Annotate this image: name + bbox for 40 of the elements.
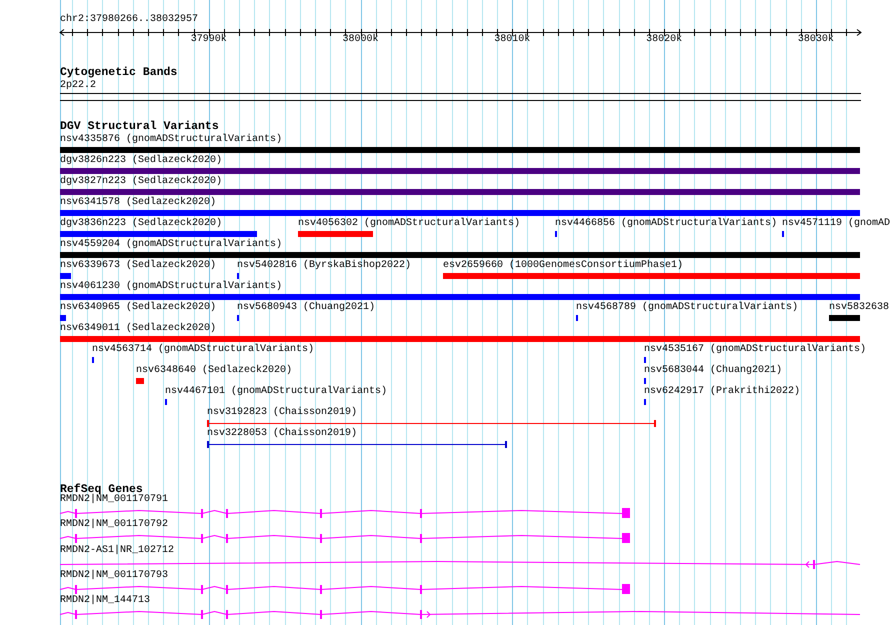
- gene-label: RMDN2|NM_144713: [60, 595, 150, 608]
- tick-label: 38030k: [798, 34, 834, 46]
- variant-label: nsv4568789 (gnomADStructuralVariants): [576, 302, 798, 314]
- gene-label: RMDN2-AS1|NR_102712: [60, 544, 174, 557]
- variant-label: nsv5402816 (ByrskaBishop2022): [237, 260, 412, 272]
- variant-label: nsv5683044 (Chuang2021): [644, 365, 782, 377]
- variant-label: nsv6242917 (Prakrithi2022): [644, 386, 800, 398]
- gene-label: RMDN2|NM_001170791: [60, 494, 168, 506]
- gene-label: RMDN2|NM_001170793: [60, 570, 168, 582]
- tick-label: 38020k: [646, 34, 682, 46]
- variant-label: dgv3827n223 (Sedlazeck2020): [60, 176, 222, 188]
- variant-label: nsv6340965 (Sedlazeck2020): [60, 302, 216, 314]
- variant-label: nsv4061230 (gnomADStructuralVariants): [60, 281, 282, 293]
- tick-label: 37990k: [190, 34, 227, 46]
- variant-label: nsv6339673 (Sedlazeck2020): [60, 260, 216, 272]
- variant-label: dgv3826n223 (Sedlazeck2020): [60, 155, 222, 167]
- variant-label: nsv4563714 (gnomADStructuralVariants): [92, 344, 314, 356]
- variant-label: nsv5680943 (Chuang2021): [237, 302, 376, 314]
- band-label: 2p22.2: [60, 80, 96, 92]
- track-title: DGV Structural Variants: [60, 120, 219, 133]
- variant-label: nsv4559204 (gnomADStructuralVariants): [60, 239, 282, 251]
- variant-label: nsv4535167 (gnomADStructuralVariants): [644, 344, 866, 356]
- variant-label: esv2659660 (1000GenomesConsortiumPhase1): [443, 260, 684, 272]
- variant-label: nsv4467101 (gnomADStructuralVariants): [165, 386, 388, 398]
- variant-label: dgv3836n223 (Sedlazeck2020): [60, 218, 222, 230]
- variant-label: nsv4056302 (gnomADStructuralVariants): [298, 218, 520, 230]
- tick-label: 38000k: [342, 34, 378, 46]
- variant-label: nsv4571119 (gnomAD: [782, 218, 890, 230]
- tick-label: 38010k: [494, 34, 530, 46]
- variant-label: nsv6341578 (Sedlazeck2020): [60, 197, 216, 209]
- variant-label: nsv4335876 (gnomADStructuralVariants): [60, 134, 282, 146]
- variant-label: nsv3192823 (Chaisson2019): [207, 407, 358, 419]
- location-label: chr2:37980266..38032957: [60, 14, 198, 26]
- variant-label: nsv3228053 (Chaisson2019): [207, 428, 358, 440]
- variant-label: nsv5832638: [829, 302, 890, 314]
- track-title: Cytogenetic Bands: [60, 66, 178, 79]
- variant-label: nsv6348640 (Sedlazeck2020): [136, 365, 292, 377]
- gene-label: RMDN2|NM_001170792: [60, 519, 168, 532]
- variant-label: nsv6349011 (Sedlazeck2020): [60, 323, 216, 335]
- variant-label: nsv4466856 (gnomADStructuralVariants): [555, 218, 778, 230]
